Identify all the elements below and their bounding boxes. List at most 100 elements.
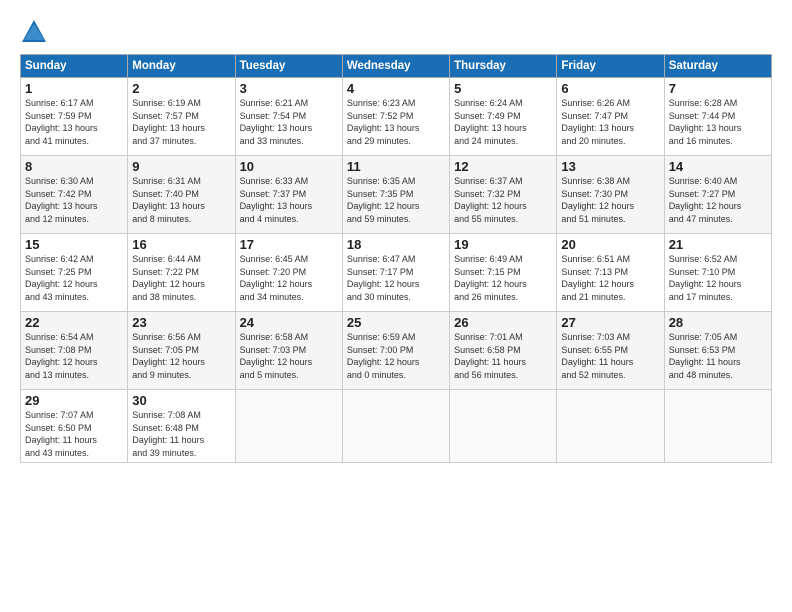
day-info: Sunrise: 6:54 AM Sunset: 7:08 PM Dayligh… <box>25 331 123 381</box>
day-number: 20 <box>561 237 659 252</box>
day-number: 3 <box>240 81 338 96</box>
day-number: 27 <box>561 315 659 330</box>
day-info: Sunrise: 7:03 AM Sunset: 6:55 PM Dayligh… <box>561 331 659 381</box>
day-info: Sunrise: 7:08 AM Sunset: 6:48 PM Dayligh… <box>132 409 230 459</box>
calendar-cell: 12Sunrise: 6:37 AM Sunset: 7:32 PM Dayli… <box>450 156 557 234</box>
day-number: 25 <box>347 315 445 330</box>
calendar-cell: 13Sunrise: 6:38 AM Sunset: 7:30 PM Dayli… <box>557 156 664 234</box>
day-number: 15 <box>25 237 123 252</box>
calendar-week-3: 15Sunrise: 6:42 AM Sunset: 7:25 PM Dayli… <box>21 234 772 312</box>
calendar-cell: 8Sunrise: 6:30 AM Sunset: 7:42 PM Daylig… <box>21 156 128 234</box>
day-number: 2 <box>132 81 230 96</box>
calendar-cell <box>450 390 557 463</box>
calendar-cell: 30Sunrise: 7:08 AM Sunset: 6:48 PM Dayli… <box>128 390 235 463</box>
calendar-header-friday: Friday <box>557 55 664 78</box>
day-info: Sunrise: 7:07 AM Sunset: 6:50 PM Dayligh… <box>25 409 123 459</box>
day-info: Sunrise: 6:40 AM Sunset: 7:27 PM Dayligh… <box>669 175 767 225</box>
day-info: Sunrise: 6:35 AM Sunset: 7:35 PM Dayligh… <box>347 175 445 225</box>
day-info: Sunrise: 6:31 AM Sunset: 7:40 PM Dayligh… <box>132 175 230 225</box>
day-info: Sunrise: 6:56 AM Sunset: 7:05 PM Dayligh… <box>132 331 230 381</box>
calendar-header-wednesday: Wednesday <box>342 55 449 78</box>
calendar-cell <box>235 390 342 463</box>
calendar-cell: 29Sunrise: 7:07 AM Sunset: 6:50 PM Dayli… <box>21 390 128 463</box>
day-info: Sunrise: 6:24 AM Sunset: 7:49 PM Dayligh… <box>454 97 552 147</box>
day-number: 22 <box>25 315 123 330</box>
calendar-cell: 14Sunrise: 6:40 AM Sunset: 7:27 PM Dayli… <box>664 156 771 234</box>
calendar-cell: 17Sunrise: 6:45 AM Sunset: 7:20 PM Dayli… <box>235 234 342 312</box>
calendar-cell: 3Sunrise: 6:21 AM Sunset: 7:54 PM Daylig… <box>235 78 342 156</box>
calendar: SundayMondayTuesdayWednesdayThursdayFrid… <box>20 54 772 463</box>
day-number: 8 <box>25 159 123 174</box>
calendar-week-4: 22Sunrise: 6:54 AM Sunset: 7:08 PM Dayli… <box>21 312 772 390</box>
calendar-cell: 28Sunrise: 7:05 AM Sunset: 6:53 PM Dayli… <box>664 312 771 390</box>
calendar-cell: 2Sunrise: 6:19 AM Sunset: 7:57 PM Daylig… <box>128 78 235 156</box>
day-info: Sunrise: 6:37 AM Sunset: 7:32 PM Dayligh… <box>454 175 552 225</box>
day-info: Sunrise: 6:44 AM Sunset: 7:22 PM Dayligh… <box>132 253 230 303</box>
day-info: Sunrise: 6:21 AM Sunset: 7:54 PM Dayligh… <box>240 97 338 147</box>
day-info: Sunrise: 6:59 AM Sunset: 7:00 PM Dayligh… <box>347 331 445 381</box>
day-info: Sunrise: 7:01 AM Sunset: 6:58 PM Dayligh… <box>454 331 552 381</box>
day-info: Sunrise: 7:05 AM Sunset: 6:53 PM Dayligh… <box>669 331 767 381</box>
logo-icon <box>20 18 48 46</box>
day-number: 5 <box>454 81 552 96</box>
calendar-cell: 25Sunrise: 6:59 AM Sunset: 7:00 PM Dayli… <box>342 312 449 390</box>
calendar-header-row: SundayMondayTuesdayWednesdayThursdayFrid… <box>21 55 772 78</box>
calendar-cell: 15Sunrise: 6:42 AM Sunset: 7:25 PM Dayli… <box>21 234 128 312</box>
calendar-cell: 22Sunrise: 6:54 AM Sunset: 7:08 PM Dayli… <box>21 312 128 390</box>
calendar-cell: 7Sunrise: 6:28 AM Sunset: 7:44 PM Daylig… <box>664 78 771 156</box>
day-number: 4 <box>347 81 445 96</box>
calendar-cell: 4Sunrise: 6:23 AM Sunset: 7:52 PM Daylig… <box>342 78 449 156</box>
day-info: Sunrise: 6:33 AM Sunset: 7:37 PM Dayligh… <box>240 175 338 225</box>
calendar-header-monday: Monday <box>128 55 235 78</box>
day-number: 9 <box>132 159 230 174</box>
page: SundayMondayTuesdayWednesdayThursdayFrid… <box>0 0 792 612</box>
calendar-cell: 26Sunrise: 7:01 AM Sunset: 6:58 PM Dayli… <box>450 312 557 390</box>
day-number: 24 <box>240 315 338 330</box>
day-info: Sunrise: 6:17 AM Sunset: 7:59 PM Dayligh… <box>25 97 123 147</box>
day-number: 14 <box>669 159 767 174</box>
day-info: Sunrise: 6:19 AM Sunset: 7:57 PM Dayligh… <box>132 97 230 147</box>
day-number: 11 <box>347 159 445 174</box>
day-number: 13 <box>561 159 659 174</box>
day-number: 12 <box>454 159 552 174</box>
day-number: 10 <box>240 159 338 174</box>
day-info: Sunrise: 6:42 AM Sunset: 7:25 PM Dayligh… <box>25 253 123 303</box>
calendar-cell: 19Sunrise: 6:49 AM Sunset: 7:15 PM Dayli… <box>450 234 557 312</box>
day-number: 18 <box>347 237 445 252</box>
calendar-cell: 16Sunrise: 6:44 AM Sunset: 7:22 PM Dayli… <box>128 234 235 312</box>
calendar-cell <box>342 390 449 463</box>
day-info: Sunrise: 6:26 AM Sunset: 7:47 PM Dayligh… <box>561 97 659 147</box>
calendar-cell: 6Sunrise: 6:26 AM Sunset: 7:47 PM Daylig… <box>557 78 664 156</box>
day-info: Sunrise: 6:51 AM Sunset: 7:13 PM Dayligh… <box>561 253 659 303</box>
calendar-cell <box>557 390 664 463</box>
calendar-week-2: 8Sunrise: 6:30 AM Sunset: 7:42 PM Daylig… <box>21 156 772 234</box>
calendar-header-saturday: Saturday <box>664 55 771 78</box>
day-number: 30 <box>132 393 230 408</box>
calendar-cell: 24Sunrise: 6:58 AM Sunset: 7:03 PM Dayli… <box>235 312 342 390</box>
calendar-cell: 5Sunrise: 6:24 AM Sunset: 7:49 PM Daylig… <box>450 78 557 156</box>
calendar-cell: 9Sunrise: 6:31 AM Sunset: 7:40 PM Daylig… <box>128 156 235 234</box>
calendar-week-5: 29Sunrise: 7:07 AM Sunset: 6:50 PM Dayli… <box>21 390 772 463</box>
day-info: Sunrise: 6:28 AM Sunset: 7:44 PM Dayligh… <box>669 97 767 147</box>
day-info: Sunrise: 6:38 AM Sunset: 7:30 PM Dayligh… <box>561 175 659 225</box>
calendar-cell: 10Sunrise: 6:33 AM Sunset: 7:37 PM Dayli… <box>235 156 342 234</box>
day-number: 17 <box>240 237 338 252</box>
day-info: Sunrise: 6:45 AM Sunset: 7:20 PM Dayligh… <box>240 253 338 303</box>
calendar-cell: 11Sunrise: 6:35 AM Sunset: 7:35 PM Dayli… <box>342 156 449 234</box>
day-number: 7 <box>669 81 767 96</box>
calendar-week-1: 1Sunrise: 6:17 AM Sunset: 7:59 PM Daylig… <box>21 78 772 156</box>
day-number: 16 <box>132 237 230 252</box>
day-number: 19 <box>454 237 552 252</box>
day-number: 23 <box>132 315 230 330</box>
day-number: 21 <box>669 237 767 252</box>
day-info: Sunrise: 6:52 AM Sunset: 7:10 PM Dayligh… <box>669 253 767 303</box>
day-number: 26 <box>454 315 552 330</box>
day-info: Sunrise: 6:30 AM Sunset: 7:42 PM Dayligh… <box>25 175 123 225</box>
calendar-cell: 20Sunrise: 6:51 AM Sunset: 7:13 PM Dayli… <box>557 234 664 312</box>
day-number: 28 <box>669 315 767 330</box>
day-number: 1 <box>25 81 123 96</box>
calendar-cell: 23Sunrise: 6:56 AM Sunset: 7:05 PM Dayli… <box>128 312 235 390</box>
calendar-cell: 27Sunrise: 7:03 AM Sunset: 6:55 PM Dayli… <box>557 312 664 390</box>
calendar-cell: 1Sunrise: 6:17 AM Sunset: 7:59 PM Daylig… <box>21 78 128 156</box>
day-number: 29 <box>25 393 123 408</box>
